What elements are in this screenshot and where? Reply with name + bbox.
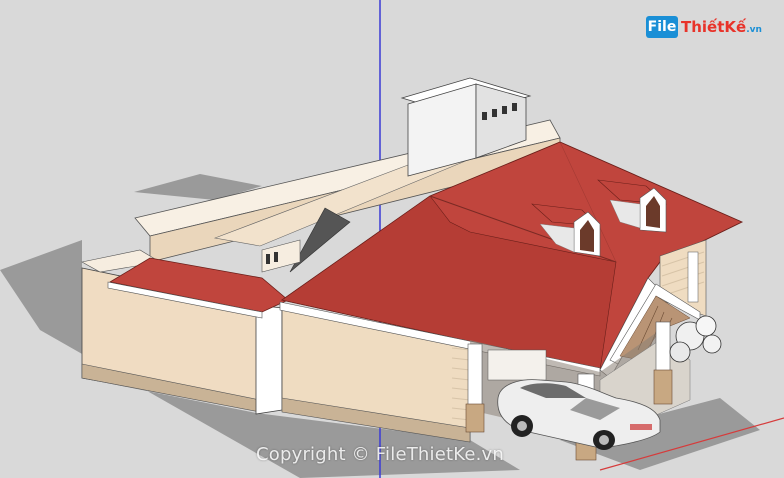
logo-badge: File: [646, 16, 678, 38]
column-left: [465, 343, 485, 433]
filethietke-logo: File ThiếtKế.vn: [646, 12, 762, 42]
logo-text: ThiếtKế.vn: [681, 18, 762, 36]
column-right: [653, 321, 673, 405]
logo-tld: .vn: [746, 25, 762, 35]
copyright-watermark: Copyright © FileThietKe.vn: [256, 444, 505, 465]
house-3d-render: [0, 0, 784, 478]
logo-name: ThiếtKế: [681, 18, 747, 36]
